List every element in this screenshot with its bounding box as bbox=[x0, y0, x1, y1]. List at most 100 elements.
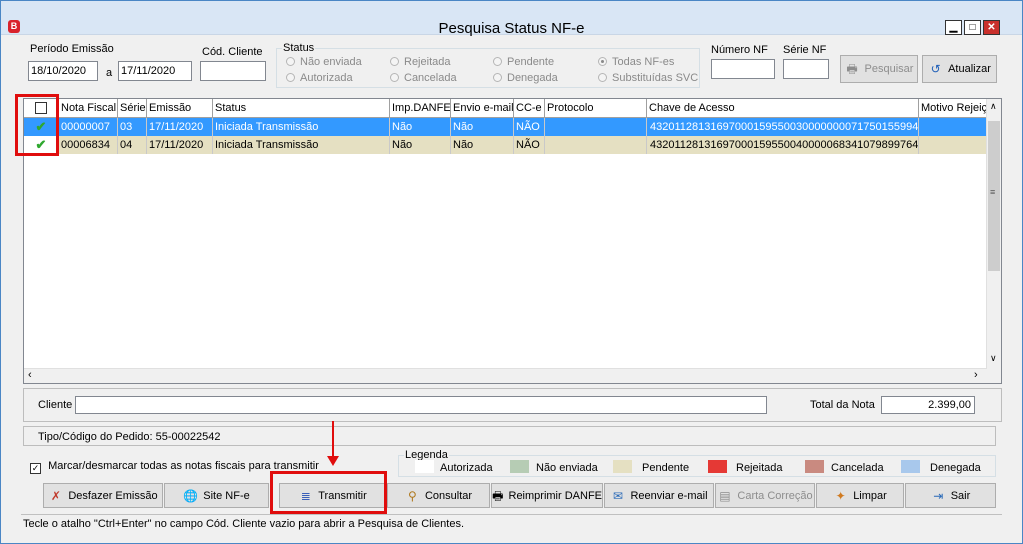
cell-motivo bbox=[919, 136, 987, 154]
radio-circle-icon bbox=[286, 73, 295, 82]
limpar-button[interactable]: ✦ Limpar bbox=[816, 483, 904, 508]
desfazer-emissao-button[interactable]: ✗ Desfazer Emissão bbox=[43, 483, 163, 508]
cell-imp: Não bbox=[390, 136, 451, 154]
radio-selected-icon bbox=[598, 57, 607, 66]
legend-pendente: Pendente bbox=[642, 462, 690, 474]
cell-status: Iniciada Transmissão bbox=[213, 118, 390, 136]
col-serie[interactable]: Série bbox=[118, 99, 147, 117]
horizontal-scrollbar[interactable]: ‹ › bbox=[24, 368, 987, 383]
legend-rejeitada: Rejeitada bbox=[736, 462, 783, 474]
maximize-button[interactable]: □ bbox=[964, 20, 981, 35]
col-imp-danfe[interactable]: Imp.DANFE bbox=[390, 99, 451, 117]
radio-substituidas[interactable]: Substituídas SVC bbox=[598, 72, 698, 84]
pesquisar-button[interactable]: 🖶 Pesquisar bbox=[840, 55, 918, 83]
cell-envio: Não bbox=[451, 118, 514, 136]
legend-cancelada: Cancelada bbox=[831, 462, 884, 474]
col-motivo-rejeicao[interactable]: Motivo Rejeição bbox=[919, 99, 987, 117]
carta-correcao-button[interactable]: ▤ Carta Correção bbox=[715, 483, 815, 508]
arrow-down-icon bbox=[327, 456, 339, 466]
vertical-scrollbar[interactable]: ∧ ≡ ∨ bbox=[986, 99, 1001, 383]
col-emissao[interactable]: Emissão bbox=[147, 99, 213, 117]
cell-cce: NÃO bbox=[514, 118, 545, 136]
cliente-label: Cliente bbox=[38, 399, 73, 411]
nfe-grid[interactable]: Nota Fiscal Série Emissão Status Imp.DAN… bbox=[23, 98, 1002, 384]
periodo-label: Período Emissão bbox=[30, 43, 114, 55]
radio-circle-icon bbox=[493, 57, 502, 66]
date-from-field[interactable]: 18/10/2020 bbox=[28, 61, 98, 81]
cell-emissao: 17/11/2020 bbox=[147, 118, 213, 136]
scroll-right-icon[interactable]: › bbox=[974, 369, 978, 381]
date-separator: a bbox=[106, 67, 113, 79]
numero-nf-field[interactable] bbox=[711, 59, 775, 79]
sair-button[interactable]: ⇥ Sair bbox=[905, 483, 996, 508]
cell-serie: 03 bbox=[118, 118, 147, 136]
serie-nf-label: Série NF bbox=[783, 44, 827, 56]
radio-circle-icon bbox=[286, 57, 295, 66]
legend-denegada: Denegada bbox=[930, 462, 981, 474]
radio-denegada[interactable]: Denegada bbox=[493, 72, 558, 84]
cell-motivo bbox=[919, 118, 987, 136]
highlight-transmitir bbox=[270, 471, 387, 514]
date-to-field[interactable]: 17/11/2020 bbox=[118, 61, 192, 81]
serie-nf-field[interactable] bbox=[783, 59, 829, 79]
email-icon: ✉ bbox=[612, 488, 624, 503]
legend-swatch-autorizada bbox=[415, 460, 434, 473]
radio-circle-icon bbox=[493, 73, 502, 82]
search-printer-icon: 🖶 bbox=[846, 62, 858, 76]
cell-serie: 04 bbox=[118, 136, 147, 154]
col-status[interactable]: Status bbox=[213, 99, 390, 117]
cell-envio: Não bbox=[451, 136, 514, 154]
clear-icon: ✦ bbox=[835, 488, 846, 503]
legend-swatch-pendente bbox=[613, 460, 632, 473]
legend-nao-enviada: Não enviada bbox=[536, 462, 598, 474]
radio-autorizada[interactable]: Autorizada bbox=[286, 72, 353, 84]
consultar-button[interactable]: ⚲ Consultar bbox=[387, 483, 490, 508]
legend-swatch-rejeitada bbox=[708, 460, 727, 473]
undo-document-icon: ✗ bbox=[50, 488, 61, 503]
minimize-button[interactable]: ▁ bbox=[945, 20, 962, 35]
col-cce[interactable]: CC-e bbox=[514, 99, 545, 117]
table-row[interactable]: ✔ 00000007 03 17/11/2020 Iniciada Transm… bbox=[24, 118, 987, 136]
scroll-down-icon[interactable]: ∨ bbox=[990, 353, 997, 364]
radio-cancelada[interactable]: Cancelada bbox=[390, 72, 457, 84]
reenviar-email-button[interactable]: ✉ Reenviar e-mail bbox=[604, 483, 714, 508]
cod-cliente-label: Cód. Cliente bbox=[202, 46, 263, 58]
pedido-text: Tipo/Código do Pedido: 55-00022542 bbox=[38, 431, 221, 443]
checkbox-checked-icon: ✓ bbox=[30, 463, 41, 474]
cliente-field[interactable] bbox=[75, 396, 767, 414]
exit-door-icon: ⇥ bbox=[933, 488, 944, 503]
col-chave-acesso[interactable]: Chave de Acesso bbox=[647, 99, 919, 117]
col-envio-email[interactable]: Envio e-mail bbox=[451, 99, 514, 117]
legend-autorizada: Autorizada bbox=[440, 462, 493, 474]
grid-header: Nota Fiscal Série Emissão Status Imp.DAN… bbox=[24, 99, 987, 118]
cell-status: Iniciada Transmissão bbox=[213, 136, 390, 154]
cell-chave: 4320112813169700015955004000006834107989… bbox=[647, 136, 919, 154]
arrow-line bbox=[332, 421, 334, 459]
close-button[interactable]: ✕ bbox=[983, 20, 1000, 35]
scroll-up-icon[interactable]: ∧ bbox=[990, 101, 997, 112]
radio-rejeitada[interactable]: Rejeitada bbox=[390, 56, 450, 68]
radio-pendente[interactable]: Pendente bbox=[493, 56, 554, 68]
site-nfe-button[interactable]: 🌐 Site NF-e bbox=[164, 483, 269, 508]
cod-cliente-field[interactable] bbox=[200, 61, 266, 81]
atualizar-button[interactable]: ↺ Atualizar bbox=[922, 55, 997, 83]
status-group-title: Status bbox=[282, 42, 316, 54]
legend-swatch-denegada bbox=[901, 460, 920, 473]
numero-nf-label: Número NF bbox=[711, 44, 768, 56]
total-value: 2.399,00 bbox=[881, 396, 975, 414]
col-nota-fiscal[interactable]: Nota Fiscal bbox=[59, 99, 118, 117]
legend-swatch-cancelada bbox=[805, 460, 824, 473]
cell-emissao: 17/11/2020 bbox=[147, 136, 213, 154]
col-protocolo[interactable]: Protocolo bbox=[545, 99, 647, 117]
cell-cce: NÃO bbox=[514, 136, 545, 154]
refresh-icon: ↺ bbox=[930, 62, 941, 76]
radio-todas[interactable]: Todas NF-es bbox=[598, 56, 674, 68]
table-row[interactable]: ✔ 00006834 04 17/11/2020 Iniciada Transm… bbox=[24, 136, 987, 154]
reimprimir-danfe-button[interactable]: 🖶 Reimprimir DANFE bbox=[491, 483, 603, 508]
radio-nao-enviada[interactable]: Não enviada bbox=[286, 56, 362, 68]
cell-protocolo bbox=[545, 136, 647, 154]
hscroll-track[interactable] bbox=[42, 370, 962, 382]
grip-icon: ≡ bbox=[990, 187, 996, 197]
scroll-left-icon[interactable]: ‹ bbox=[28, 369, 32, 381]
window-title: Pesquisa Status NF-e bbox=[438, 20, 585, 37]
